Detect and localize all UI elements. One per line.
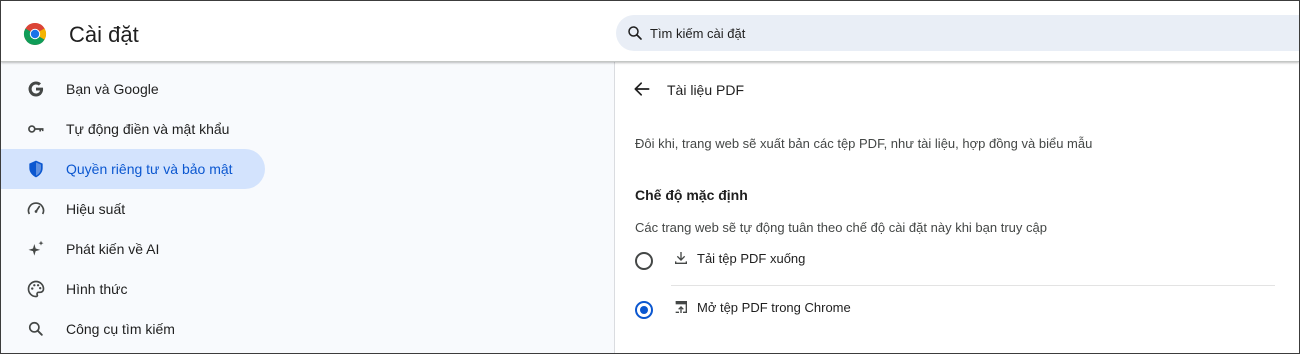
google-g-icon	[28, 81, 44, 97]
chrome-logo-icon	[23, 23, 47, 45]
sidebar-item-autofill[interactable]: Tự động điền và mật khẩu	[1, 109, 265, 149]
sidebar-item-label: Quyền riêng tư và bảo mật	[66, 161, 233, 177]
arrow-back-icon[interactable]	[632, 79, 652, 99]
sidebar-item-label: Hiệu suất	[66, 201, 126, 217]
search-icon	[28, 321, 43, 336]
search-icon	[628, 26, 642, 40]
sidebar-item-search-engine[interactable]: Công cụ tìm kiếm	[1, 309, 265, 349]
divider	[671, 285, 1275, 286]
shield-icon	[29, 160, 43, 178]
sidebar-item-label: Bạn và Google	[66, 81, 159, 97]
sidebar-item-label: Phát kiến về AI	[66, 241, 160, 257]
sidebar-item-performance[interactable]: Hiệu suất	[1, 189, 265, 229]
sidebar-item-label: Hình thức	[66, 281, 128, 297]
page-description: Đôi khi, trang web sẽ xuất bản các tệp P…	[635, 136, 1093, 151]
app-title: Cài đặt	[69, 22, 139, 47]
section-title: Chế độ mặc định	[635, 187, 748, 203]
key-icon	[28, 125, 44, 133]
sidebar: Bạn và Google Tự động điền và mật khẩu Q…	[1, 62, 301, 353]
palette-icon	[27, 280, 45, 298]
sidebar-item-you-and-google[interactable]: Bạn và Google	[1, 69, 265, 109]
download-icon	[675, 252, 687, 264]
sparkle-icon	[28, 240, 44, 256]
search-box[interactable]	[616, 15, 1299, 51]
radio-option-label: Mở tệp PDF trong Chrome	[697, 300, 851, 315]
search-input[interactable]	[650, 23, 1250, 43]
sidebar-item-ai-innovations[interactable]: Phát kiến về AI	[1, 229, 265, 269]
speedometer-icon	[27, 202, 45, 215]
sidebar-item-privacy-security[interactable]: Quyền riêng tư và bảo mật	[1, 149, 265, 189]
page-title: Tài liệu PDF	[667, 82, 745, 98]
radio-option-download-pdf[interactable]: Tải tệp PDF xuống	[615, 239, 1287, 283]
radio-button-checked[interactable]	[635, 301, 653, 319]
settings-window: Cài đặt Bạn và Google Tự động	[0, 0, 1300, 354]
sidebar-item-label: Công cụ tìm kiếm	[66, 321, 175, 337]
scrollbar[interactable]	[1287, 62, 1299, 353]
top-header: Cài đặt	[1, 1, 1299, 62]
radio-button[interactable]	[635, 252, 653, 270]
sidebar-item-appearance[interactable]: Hình thức	[1, 269, 265, 309]
open-in-browser-icon	[675, 301, 687, 313]
radio-dot	[640, 306, 648, 314]
radio-option-open-in-chrome[interactable]: Mở tệp PDF trong Chrome	[615, 288, 1287, 332]
radio-option-label: Tải tệp PDF xuống	[697, 251, 806, 266]
section-description: Các trang web sẽ tự động tuân theo chế đ…	[635, 220, 1047, 235]
pdf-settings-card: Tài liệu PDF Đôi khi, trang web sẽ xuất …	[614, 62, 1288, 353]
sidebar-item-label: Tự động điền và mật khẩu	[66, 121, 230, 137]
